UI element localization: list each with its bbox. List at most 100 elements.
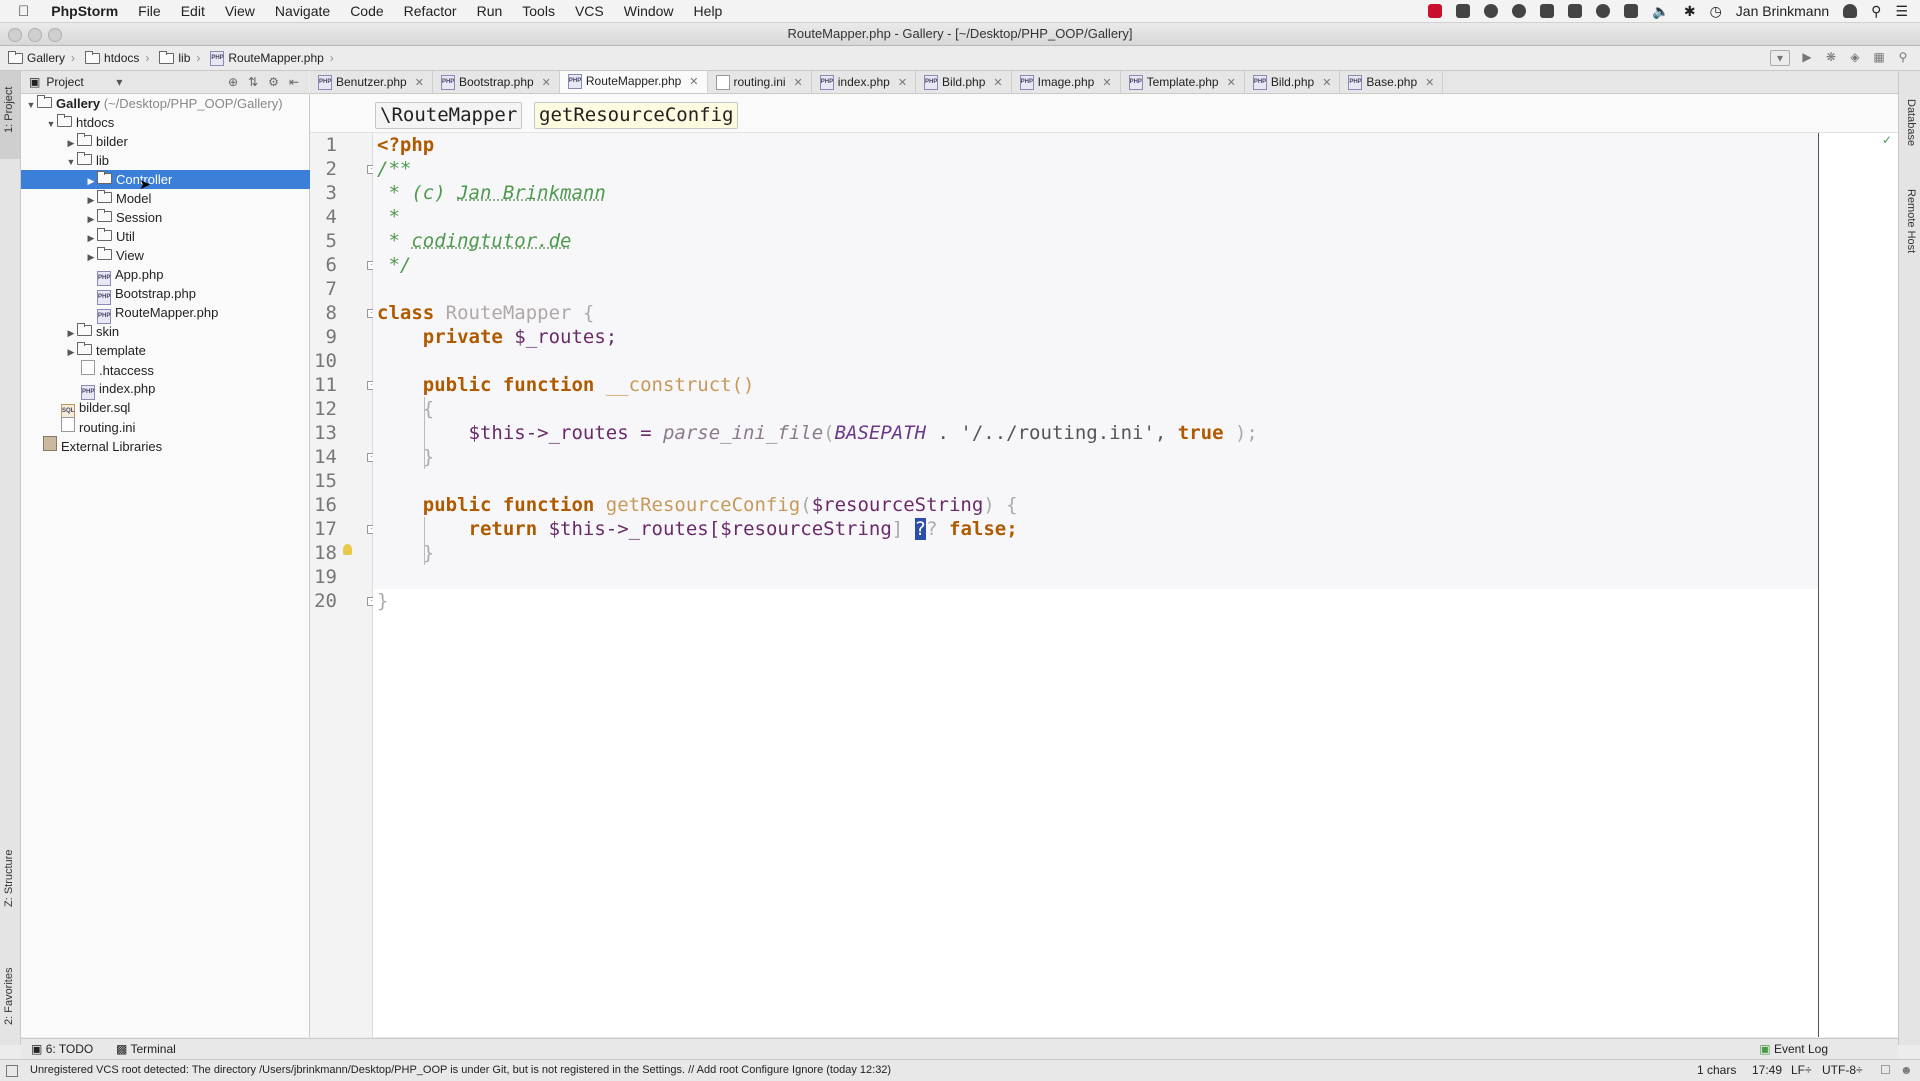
apple-icon[interactable]:  [0, 3, 41, 20]
run-icon[interactable]: ▶ [1800, 50, 1814, 64]
info-icon[interactable] [1596, 4, 1611, 18]
tab-bild-php[interactable]: PHP Bild.php ✕ [916, 71, 1012, 93]
tab-benutzer-php[interactable]: PHP Benutzer.php ✕ [310, 71, 433, 93]
line-separator[interactable]: LF÷ [1791, 1060, 1812, 1081]
p-icon[interactable] [1624, 4, 1639, 18]
tool-project-label[interactable]: 1: Project [3, 87, 15, 133]
tree-item-skin[interactable]: ▶ skin [21, 322, 353, 341]
close-icon[interactable]: ✕ [542, 76, 551, 89]
run-config-dropdown[interactable]: ▾ [1770, 50, 1790, 66]
tree-item-bilder[interactable]: ▶ bilder [21, 132, 353, 151]
menu-code[interactable]: Code [340, 3, 393, 19]
hector-icon[interactable]: ☻ [1900, 1060, 1913, 1081]
tree-item-bilder-sql[interactable]: SQL bilder.sql [21, 398, 349, 419]
tool-favorites-label[interactable]: 2: Favorites [3, 968, 15, 1025]
php-file-icon: PHP [210, 50, 225, 66]
debug-icon[interactable]: ❋ [1824, 50, 1838, 64]
tree-item-gallery[interactable]: ▼ Gallery (~/Desktop/PHP_OOP/Gallery) [21, 94, 313, 113]
code-token: } [377, 590, 389, 612]
tab-routing-ini[interactable]: routing.ini ✕ [708, 71, 812, 93]
nav-crumb-gallery[interactable]: Gallery [0, 50, 69, 65]
nav-crumb-lib[interactable]: lib [151, 50, 194, 65]
close-icon[interactable]: ✕ [993, 76, 1002, 89]
file-encoding[interactable]: UTF-8÷ [1822, 1060, 1863, 1081]
puzzle-icon[interactable] [1568, 4, 1583, 18]
tab-bootstrap-php[interactable]: PHP Bootstrap.php ✕ [433, 71, 560, 93]
close-window-button[interactable] [8, 28, 22, 42]
menu-help[interactable]: Help [684, 3, 733, 19]
minimize-window-button[interactable] [28, 28, 42, 42]
close-icon[interactable]: ✕ [794, 76, 803, 89]
menu-app-name[interactable]: PhpStorm [41, 3, 128, 19]
tab-image-php[interactable]: PHP Image.php ✕ [1012, 71, 1121, 93]
tree-item-external-libraries[interactable]: External Libraries [21, 436, 331, 455]
menu-edit[interactable]: Edit [171, 3, 215, 19]
tab-routemapper-php[interactable]: PHP RouteMapper.php ✕ [559, 71, 708, 93]
tree-item-template[interactable]: ▶ template [21, 341, 353, 360]
scroll-from-source-icon[interactable]: ⊕ [228, 75, 238, 89]
spotlight-icon[interactable]: ⚲ [1871, 3, 1881, 20]
chevron-down-icon[interactable]: ▾ [116, 75, 122, 89]
nav-crumb-htdocs[interactable]: htdocs [77, 50, 143, 65]
menu-tools[interactable]: Tools [512, 3, 565, 19]
menu-navigate[interactable]: Navigate [265, 3, 340, 19]
notification-center-icon[interactable]: ☰ [1895, 3, 1908, 20]
record-icon[interactable] [1428, 4, 1443, 18]
tab-template-php[interactable]: PHP Template.php ✕ [1121, 71, 1245, 93]
tab-bild-php-2[interactable]: PHP Bild.php ✕ [1245, 71, 1341, 93]
menu-run[interactable]: Run [467, 3, 513, 19]
leaf-icon[interactable] [1484, 4, 1499, 18]
terminal-tool-button[interactable]: ▩ Terminal [116, 1042, 176, 1056]
close-icon[interactable]: ✕ [1102, 76, 1111, 89]
menu-vcs[interactable]: VCS [565, 3, 614, 19]
bluetooth-icon[interactable]: ✱ [1684, 3, 1696, 20]
tree-item-lib[interactable]: ▼ lib [21, 151, 353, 170]
lock-icon[interactable]: ☐ [1880, 1060, 1891, 1081]
menu-window[interactable]: Window [614, 3, 684, 19]
lightbulb-icon[interactable] [343, 544, 352, 555]
volume-icon[interactable]: 🔈 [1652, 3, 1669, 20]
cloud-icon[interactable] [1512, 4, 1527, 18]
vcs-notification[interactable]: Unregistered VCS root detected: The dire… [30, 1060, 891, 1081]
close-icon[interactable]: ✕ [898, 76, 907, 89]
search-everywhere-icon[interactable]: ⚲ [1896, 50, 1910, 64]
menu-refactor[interactable]: Refactor [394, 3, 467, 19]
user-icon[interactable] [1843, 4, 1858, 18]
menu-file[interactable]: File [128, 3, 171, 19]
coverage-icon[interactable]: ◈ [1848, 50, 1862, 64]
stop-icon[interactable]: ▦ [1872, 50, 1886, 64]
tool-database-label[interactable]: Database [1905, 99, 1917, 146]
close-icon[interactable]: ✕ [1227, 76, 1236, 89]
tab-base-php[interactable]: PHP Base.php ✕ [1340, 71, 1444, 93]
menubar-user[interactable]: Jan Brinkmann [1736, 3, 1829, 19]
nav-crumb-routemapper[interactable]: PHP RouteMapper.php [202, 50, 327, 66]
close-icon[interactable]: ✕ [415, 76, 424, 89]
code-editor[interactable]: <?php /** * (c) Jan Brinkmann * * coding… [373, 133, 1818, 1037]
tree-item-routing-ini[interactable]: routing.ini [21, 417, 349, 436]
close-icon[interactable]: ✕ [1425, 76, 1434, 89]
crumb-class-routemapper[interactable]: \RouteMapper [375, 102, 523, 129]
zoom-window-button[interactable] [48, 28, 62, 42]
collapse-all-icon[interactable]: ⇅ [248, 75, 258, 89]
line-number: 15 [314, 470, 337, 492]
tree-item-htdocs[interactable]: ▼ htdocs [21, 113, 333, 132]
check-icon[interactable]: ✓ [1882, 133, 1892, 147]
menu-view[interactable]: View [215, 3, 265, 19]
time-machine-icon[interactable]: ◷ [1710, 3, 1722, 20]
gear-icon[interactable]: ⚙ [268, 75, 279, 89]
tool-remote-host-label[interactable]: Remote Host [1905, 189, 1917, 253]
dropbox-icon[interactable] [1456, 4, 1471, 18]
close-icon[interactable]: ✕ [689, 75, 698, 88]
tool-structure-label[interactable]: Z: Structure [3, 850, 15, 907]
php-file-icon: PHP [567, 73, 582, 89]
project-view-selector[interactable]: Project [40, 75, 116, 89]
crumb-method-getresourceconfig[interactable]: getResourceConfig [534, 102, 739, 129]
close-icon[interactable]: ✕ [1322, 76, 1331, 89]
event-log-button[interactable]: ▣ Event Log [1759, 1042, 1828, 1056]
tab-index-php[interactable]: PHP index.php ✕ [812, 71, 917, 93]
caret-position[interactable]: 17:49 [1752, 1060, 1782, 1081]
evernote-icon[interactable] [1540, 4, 1555, 18]
hide-panel-icon[interactable]: ⇤ [289, 75, 299, 89]
todo-tool-button[interactable]: ▣ 6: TODO [31, 1042, 93, 1056]
panel-toggle-icon[interactable] [6, 1065, 18, 1077]
